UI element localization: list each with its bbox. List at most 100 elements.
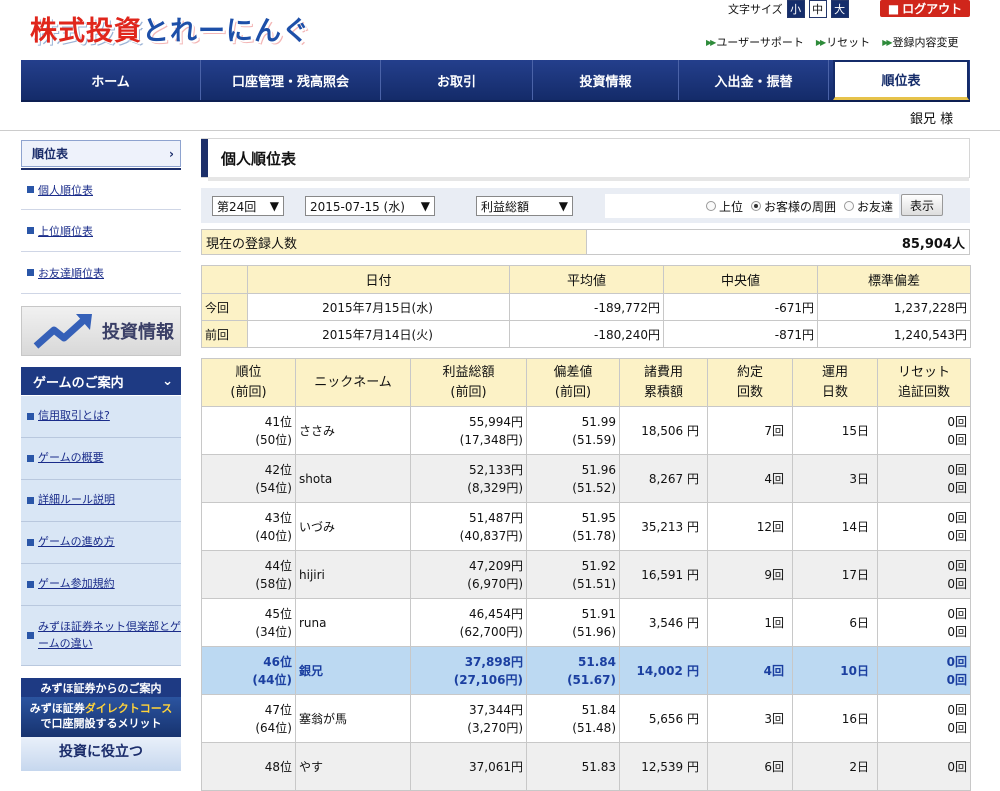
bullet-icon (27, 539, 34, 546)
cell-profit-profit: 37,344円 (469, 702, 523, 717)
title-shadow (208, 177, 969, 181)
show-button[interactable]: 表示 (901, 194, 943, 216)
cell-days-days: 16日 (841, 711, 869, 726)
bullet-icon (27, 186, 34, 193)
sidebar-item-label: 個人順位表 (38, 183, 93, 197)
cell-deviation: 51.84 (51.67) (526, 646, 620, 695)
metric-select[interactable]: 利益総額 ▼ (476, 196, 573, 216)
cell-trades-trades: 1回 (764, 615, 784, 630)
cell-nick: いづみ (295, 502, 411, 551)
header-trades: 約定 回数 (707, 358, 793, 407)
font-size-medium-button[interactable]: 中 (808, 0, 827, 18)
radio-friends[interactable]: お友達 (843, 198, 893, 215)
header-dev-l2: (前回) (554, 384, 592, 400)
cell-rank-prev: (64位) (255, 720, 292, 735)
reset-link-label: リセット (826, 36, 871, 49)
support-link[interactable]: ▶▶ ユーザーサポート (706, 34, 804, 50)
cell-profit: 52,133円 (8,329円) (410, 454, 527, 503)
nav-account[interactable]: 口座管理・残高照会 (201, 60, 381, 100)
cell-trades-trades: 3回 (764, 711, 784, 726)
cell-profit-profit: 46,454円 (469, 606, 523, 621)
cell-cost-cost: 14,002 円 (636, 663, 700, 678)
cell-reset-reset: 0回 (947, 558, 967, 573)
site-logo[interactable]: 株式投資 とれーにんぐ (30, 4, 310, 52)
cell-trades-trades: 4回 (763, 663, 784, 678)
sidebar-item-top-ranking[interactable]: 上位順位表 (21, 210, 181, 252)
stats-header-sd: 標準偏差 (817, 265, 971, 294)
cell-days-days: 17日 (841, 567, 869, 582)
table-row: 41位 (50位) ささみ 55,994円 (17,348円) 51.99 (51.59) 1… (201, 406, 971, 455)
ranking-body: 41位 (50位) ささみ 55,994円 (17,348円) 51.99 (51.59) 1… (201, 406, 971, 791)
cell-days-days: 2日 (849, 759, 869, 774)
stats-date: 2015年7月15日(水) (247, 293, 510, 321)
cell-trades: 3回 (707, 694, 793, 743)
cell-nick: ささみ (295, 406, 411, 455)
cell-cost: 5,656 円 (619, 694, 708, 743)
cell-deviation-dev: 51.84 (578, 654, 616, 669)
header-reset: リセット 追証回数 (877, 358, 971, 407)
nav-deposit[interactable]: 入出金・振替 (679, 60, 829, 100)
cell-nick: 塞翁が馬 (295, 694, 411, 743)
nav-ranking[interactable]: 順位表 (833, 60, 969, 100)
cell-profit-profit: 37,898円 (464, 654, 523, 669)
stats-header-date: 日付 (247, 265, 510, 294)
game-link-howto[interactable]: ゲームの進め方 (21, 522, 181, 564)
cell-deviation: 51.91 (51.96) (526, 598, 620, 647)
title-accent-bar (201, 139, 208, 177)
page-title-box: 個人順位表 (201, 138, 970, 181)
reset-link[interactable]: ▶▶ リセット (816, 34, 870, 50)
cell-days: 3日 (792, 454, 878, 503)
page-title: 個人順位表 (221, 149, 297, 168)
bullet-icon (27, 227, 34, 234)
cell-reset: 0回 0回 (877, 502, 971, 551)
header-cost-l2: 累積額 (643, 384, 683, 400)
stats-avg: -189,772円 (509, 293, 664, 321)
stats-row: 前回 2015年7月14日(火) -180,240円 -871円 1,240,5… (201, 320, 971, 348)
font-size-large-button[interactable]: 大 (830, 0, 849, 18)
nav-home[interactable]: ホーム (21, 60, 201, 100)
nav-invest-info[interactable]: 投資情報 (533, 60, 679, 100)
nav-trade[interactable]: お取引 (381, 60, 533, 100)
cell-trades-trades: 6回 (764, 759, 784, 774)
font-size-small-button[interactable]: 小 (786, 0, 805, 18)
round-select[interactable]: 第24回 ▼ (212, 196, 284, 216)
cell-days: 6日 (792, 598, 878, 647)
sidebar-item-friend-ranking[interactable]: お友達順位表 (21, 252, 181, 294)
profile-edit-link[interactable]: ▶▶ 登録内容変更 (882, 34, 958, 50)
cell-deviation: 51.99 (51.59) (526, 406, 620, 455)
game-link-rules[interactable]: 詳細ルール説明 (21, 480, 181, 522)
game-link-terms[interactable]: ゲーム参加規約 (21, 564, 181, 606)
radio-around-me[interactable]: お客様の周囲 (750, 198, 836, 215)
game-link-difference[interactable]: みずほ証券ネット倶楽部とゲームの違い (21, 606, 181, 666)
stats-date: 2015年7月14日(火) (247, 320, 510, 348)
trend-arrow-icon (33, 314, 92, 349)
table-row: 47位 (64位) 塞翁が馬 37,344円 (3,270円) 51.84 (51.48) 5… (201, 694, 971, 743)
stats-header-median: 中央値 (663, 265, 818, 294)
font-size-switcher: 文字サイズ 小 中 大 (728, 0, 849, 18)
header-days-l2: 日数 (821, 384, 848, 400)
game-link-margin-trading[interactable]: 信用取引とは? (21, 396, 181, 438)
sidebar-item-personal-ranking[interactable]: 個人順位表 (21, 168, 181, 210)
radio-top[interactable]: 上位 (705, 198, 743, 215)
game-guide-header[interactable]: ゲームのご案内 ⌄ (21, 367, 181, 395)
arrow-icon: ▶▶ (882, 37, 892, 47)
cell-profit-profit_prev: (8,329円) (467, 480, 523, 495)
cell-profit-profit: 52,133円 (469, 462, 523, 477)
stats-header-blank (201, 265, 248, 294)
cell-days-days: 3日 (849, 471, 869, 486)
invest-info-banner[interactable]: 投資情報 (21, 306, 181, 356)
cell-rank-rank: 43位 (264, 510, 292, 525)
ranking-header-row: 順位 (前回) ニックネーム 利益総額 (前回) 偏差値 (前回) 諸費用 累積額 約定… (201, 358, 971, 407)
cell-reset: 0回 0回 (877, 598, 971, 647)
cell-nick-nick: ささみ (299, 423, 336, 438)
table-row: 44位 (58位) hijiri 47,209円 (6,970円) 51.92 (51.51… (201, 550, 971, 599)
cell-rank: 41位 (50位) (201, 406, 296, 455)
sidebar-section-title[interactable]: 順位表 › (21, 140, 181, 167)
cell-cost: 12,539 円 (619, 742, 708, 791)
game-link-label: ゲームの概要 (38, 451, 104, 465)
logout-button[interactable]: ■ ログアウト (880, 0, 970, 17)
game-link-overview[interactable]: ゲームの概要 (21, 438, 181, 480)
date-select[interactable]: 2015-07-15 (水) ▼ (305, 196, 435, 216)
mizuho-info-ad[interactable]: 投資に役立つ (21, 737, 181, 771)
mizuho-direct-ad[interactable]: みずほ証券ダイレクトコース で口座開設するメリット (21, 697, 181, 737)
